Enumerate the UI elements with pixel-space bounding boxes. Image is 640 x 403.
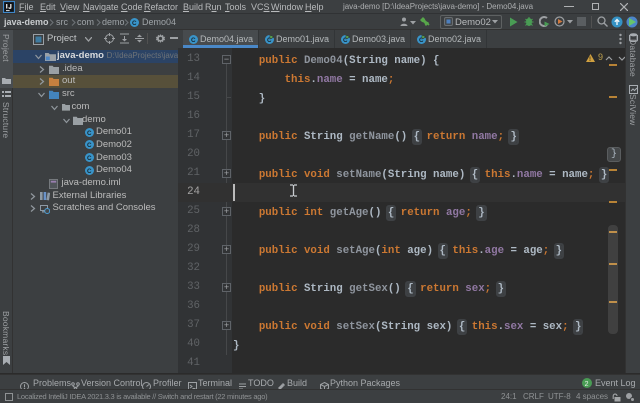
- svg-text:C: C: [191, 37, 196, 44]
- svg-text:2: 2: [585, 380, 589, 387]
- svg-text:C: C: [87, 168, 92, 175]
- svg-text:C: C: [87, 130, 92, 137]
- svg-text:!: !: [589, 57, 591, 62]
- svg-text:C: C: [132, 19, 137, 26]
- svg-text:C: C: [87, 155, 92, 162]
- svg-text:C: C: [87, 142, 92, 149]
